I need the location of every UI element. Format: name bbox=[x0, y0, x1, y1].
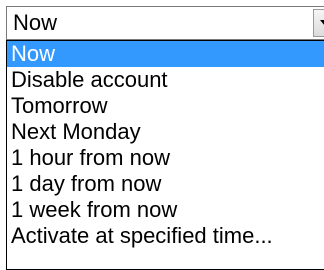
option-next-monday[interactable]: Next Monday bbox=[7, 119, 324, 145]
option-disable-account[interactable]: Disable account bbox=[7, 67, 324, 93]
chevron-down-icon bbox=[320, 20, 324, 25]
option-1-week-from-now[interactable]: 1 week from now bbox=[7, 197, 324, 223]
schedule-select[interactable]: Now bbox=[6, 6, 324, 40]
schedule-options-list: Now Disable account Tomorrow Next Monday… bbox=[6, 40, 324, 270]
option-now[interactable]: Now bbox=[7, 41, 324, 67]
option-tomorrow[interactable]: Tomorrow bbox=[7, 93, 324, 119]
schedule-select-value: Now bbox=[13, 10, 58, 35]
dropdown-toggle-button[interactable] bbox=[313, 9, 324, 37]
option-activate-at-specified-time[interactable]: Activate at specified time... bbox=[7, 223, 324, 249]
option-1-hour-from-now[interactable]: 1 hour from now bbox=[7, 145, 324, 171]
option-1-day-from-now[interactable]: 1 day from now bbox=[7, 171, 324, 197]
